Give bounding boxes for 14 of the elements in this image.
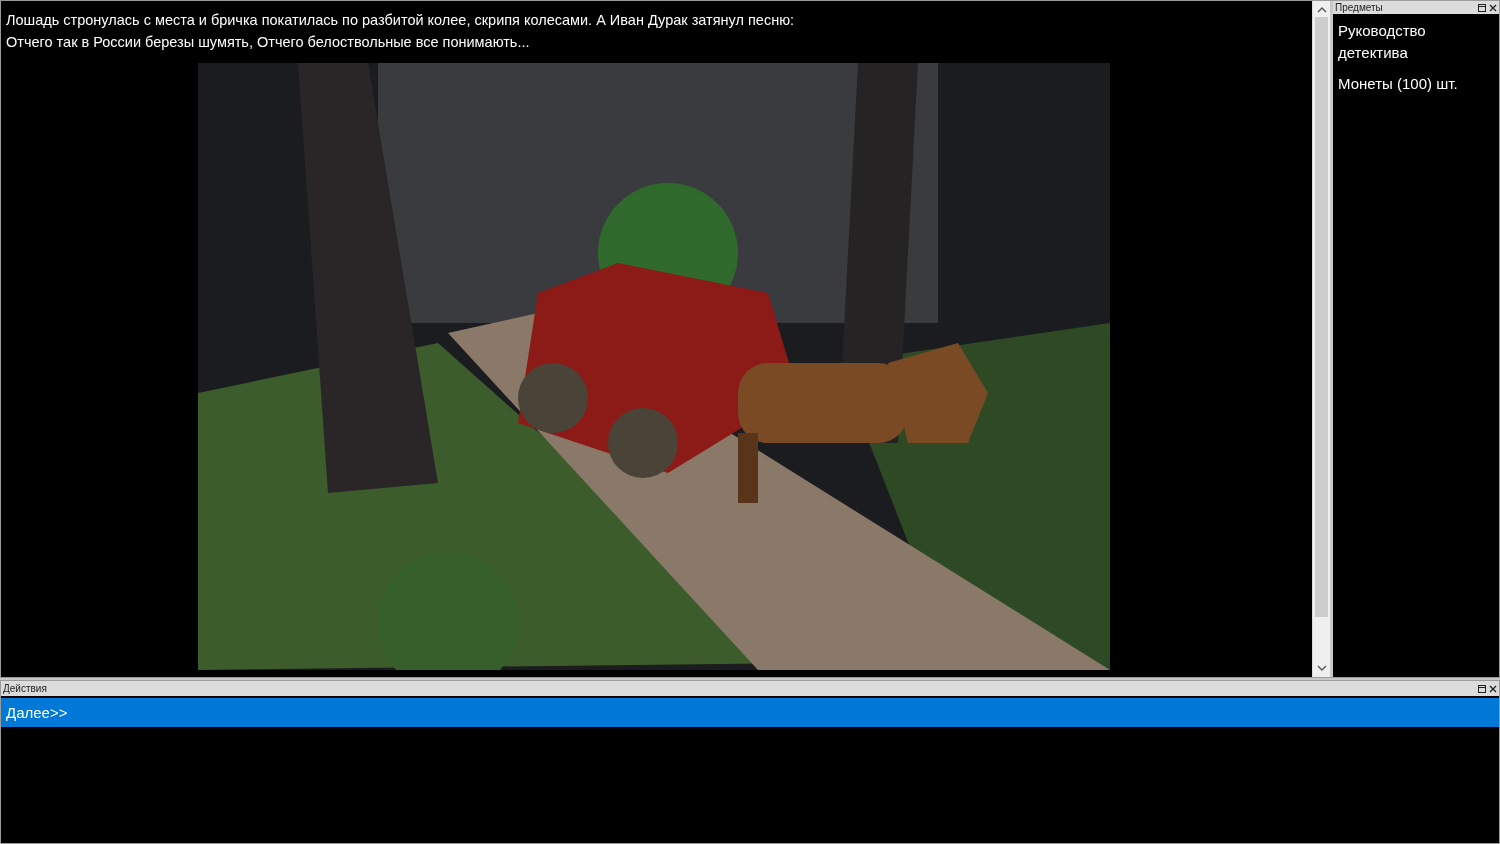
scroll-down-icon[interactable]: [1316, 664, 1327, 672]
restore-icon[interactable]: [1478, 684, 1486, 693]
scrollbar-thumb[interactable]: [1315, 17, 1328, 617]
close-icon[interactable]: [1489, 684, 1497, 693]
story-text: Лошадь стронулась с места и бричка покатилась по разбитой колее, скрипя колесами. А Иван Дурак затянул песню:: [6, 11, 795, 30]
scroll-up-icon[interactable]: [1316, 6, 1327, 14]
action-item[interactable]: Далее>>: [1, 698, 1499, 727]
panel-title: Действия: [3, 682, 47, 695]
panel-title: Предметы: [1335, 1, 1383, 14]
inventory-item[interactable]: Монеты (100) шт.: [1338, 73, 1478, 95]
story-text: Отчего так в России березы шумять, Отчего белоствольные все понимають...: [6, 33, 530, 52]
close-icon[interactable]: [1489, 3, 1497, 12]
inventory-item[interactable]: Руководство детектива: [1338, 20, 1478, 64]
restore-icon[interactable]: [1478, 3, 1486, 12]
